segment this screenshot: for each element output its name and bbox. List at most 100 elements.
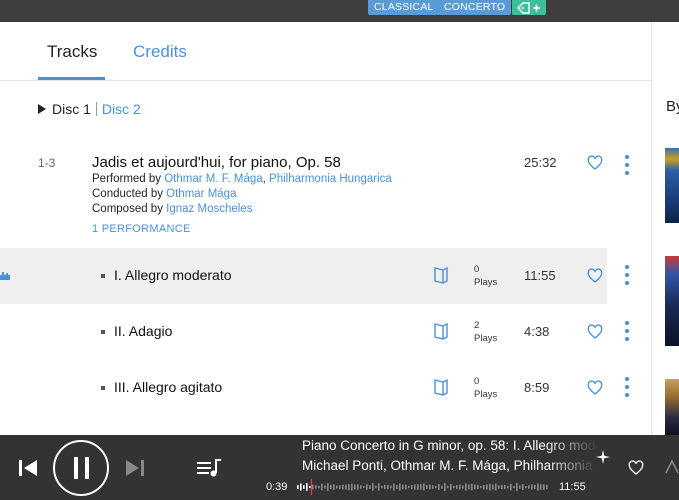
tab-credits[interactable]: Credits <box>133 42 187 62</box>
waveform-bar <box>540 484 542 490</box>
composer-link[interactable]: Ignaz Moscheles <box>166 203 252 215</box>
more-options-icon[interactable] <box>623 321 631 341</box>
waveform-bar <box>426 485 428 489</box>
waveform-bar <box>357 484 359 490</box>
album-thumbnail[interactable] <box>665 148 679 223</box>
waveform-bar <box>402 484 404 490</box>
waveform-bar <box>297 485 299 489</box>
track-range: 1-3 <box>38 156 56 170</box>
waveform-bar <box>300 483 302 491</box>
waveform-bar <box>324 485 326 489</box>
booklet-icon[interactable] <box>434 323 448 340</box>
waveform-bar <box>441 485 443 489</box>
more-options-icon[interactable] <box>623 155 631 175</box>
add-tag-button[interactable] <box>512 0 546 15</box>
waveform-bar <box>525 486 527 488</box>
waveform-bar <box>459 484 461 490</box>
waveform-bar <box>360 485 362 489</box>
play-count: 0 <box>474 376 480 387</box>
favorite-heart-icon[interactable] <box>587 324 603 340</box>
waveform-bar <box>321 483 323 491</box>
waveform-bar <box>363 486 365 488</box>
waveform-bar <box>504 485 506 489</box>
waveform-bar <box>342 484 344 490</box>
active-tab-indicator <box>38 77 105 80</box>
pause-button[interactable] <box>53 440 109 496</box>
disc-1-toggle[interactable]: Disc 1 <box>38 101 91 117</box>
work-header: 1-3 Jadis et aujourd'hui, for piano, Op.… <box>0 150 652 240</box>
play-count: 2 <box>474 320 480 331</box>
share-icon[interactable] <box>664 459 679 475</box>
player-bar: Piano Concerto in G minor, op. 58: I. Al… <box>0 435 679 500</box>
waveform-bar <box>495 483 497 491</box>
waveform-bar <box>498 485 500 489</box>
waveform-bar <box>501 484 503 490</box>
waveform-bar <box>531 484 533 490</box>
waveform-bar <box>333 484 335 490</box>
waveform-bar <box>345 484 347 490</box>
disc-2-link[interactable]: Disc 2 <box>102 101 141 117</box>
conducted-by-label: Conducted by <box>92 188 167 200</box>
waveform-bar <box>381 485 383 489</box>
album-thumbnail[interactable] <box>665 379 679 435</box>
track-duration: 4:38 <box>524 324 550 339</box>
tag-concerto[interactable]: CONCERTO <box>438 0 512 15</box>
favorite-heart-icon[interactable] <box>587 155 603 171</box>
skip-next-icon[interactable] <box>125 459 145 477</box>
track-duration: 11:55 <box>524 268 556 283</box>
waveform-seekbar[interactable] <box>297 479 549 495</box>
skip-previous-icon[interactable] <box>18 459 38 477</box>
track-row[interactable]: II. Adagio 2 Plays 4:38 <box>0 304 629 360</box>
waveform-bar <box>354 484 356 490</box>
track-row[interactable]: I. Allegro moderato 0 Plays 11:55 <box>0 248 629 304</box>
waveform-bar <box>372 483 374 491</box>
composed-by-line: Composed by Ignaz Moscheles <box>92 203 252 215</box>
tag-classical[interactable]: CLASSICAL <box>368 0 440 15</box>
now-playing-icon <box>0 272 10 280</box>
waveform-bar <box>420 484 422 490</box>
waveform-bar <box>369 485 371 489</box>
waveform-bar <box>435 485 437 489</box>
waveform-bar <box>399 483 401 491</box>
performed-by-line: Performed by Othmar M. F. Mága, Philharm… <box>92 173 392 185</box>
waveform-bar <box>432 485 434 489</box>
album-thumbnail[interactable] <box>665 256 679 346</box>
play-triangle-icon <box>38 104 46 114</box>
more-options-icon[interactable] <box>623 265 631 285</box>
conductor-link[interactable]: Othmar Mága <box>166 188 236 200</box>
plays-label: Plays <box>474 277 498 288</box>
queue-music-icon[interactable] <box>197 458 223 478</box>
conducted-by-line: Conducted by Othmar Mága <box>92 188 236 200</box>
waveform-bar <box>387 485 389 490</box>
elapsed-time: 0:39 <box>266 481 288 493</box>
booklet-icon[interactable] <box>434 267 448 284</box>
waveform-bar <box>450 483 452 491</box>
waveform-bar <box>456 485 458 489</box>
booklet-icon[interactable] <box>434 379 448 396</box>
waveform-bar <box>330 484 332 490</box>
waveform-bar <box>303 485 305 489</box>
performer-link-1[interactable]: Othmar M. F. Mága <box>164 173 262 185</box>
playhead-marker[interactable] <box>310 479 313 495</box>
favorite-heart-icon[interactable] <box>628 460 644 476</box>
waveform-bar <box>327 483 329 491</box>
track-bullet <box>101 386 105 390</box>
waveform-bar <box>417 484 419 490</box>
waveform-bar <box>489 483 491 491</box>
waveform-bar <box>315 485 317 489</box>
disc-selector: Disc 1 Disc 2 <box>38 100 141 118</box>
track-title: III. Allegro agitato <box>114 379 223 395</box>
performances-link[interactable]: 1 PERFORMANCE <box>92 223 191 235</box>
favorite-heart-icon[interactable] <box>587 268 603 284</box>
tab-bar: Tracks Credits <box>0 22 652 81</box>
waveform-bar <box>522 484 524 490</box>
performer-link-2[interactable]: Philharmonia Hungarica <box>269 173 392 185</box>
favorite-heart-icon[interactable] <box>587 380 603 396</box>
waveform-bar <box>447 485 449 489</box>
tab-tracks[interactable]: Tracks <box>47 42 97 62</box>
waveform-bar <box>405 484 407 490</box>
waveform-bar <box>408 485 410 489</box>
track-row[interactable]: III. Allegro agitato 0 Plays 8:59 <box>0 360 629 416</box>
more-options-icon[interactable] <box>623 377 631 397</box>
waveform-bar <box>474 484 476 490</box>
